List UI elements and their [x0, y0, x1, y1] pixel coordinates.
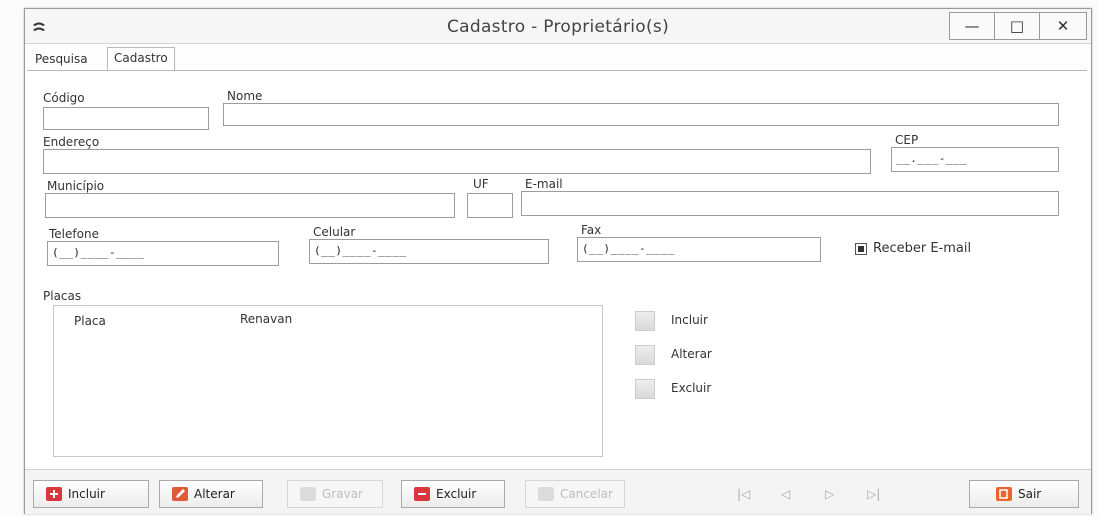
receber-email-label: Receber E-mail	[873, 241, 972, 256]
tab-pesquisa[interactable]: Pesquisa	[29, 49, 94, 69]
sair-label: Sair	[1018, 487, 1042, 501]
cancelar-button[interactable]: Cancelar	[525, 480, 625, 508]
minimize-button[interactable]: —	[950, 13, 995, 39]
nome-field[interactable]	[223, 103, 1059, 126]
cadastro-panel: Código Nome Endereço CEP __.___-___ Muni…	[27, 70, 1087, 465]
placa-column-header: Placa	[74, 314, 106, 328]
fax-mask: (__)____-____	[582, 242, 675, 255]
incluir-label: Incluir	[68, 487, 105, 501]
alterar-label: Alterar	[194, 487, 235, 501]
placa-excluir-label: Excluir	[671, 381, 712, 395]
endereco-label: Endereço	[43, 135, 100, 149]
minimize-icon: —	[964, 17, 980, 35]
delete-icon	[635, 379, 655, 399]
exit-icon	[996, 487, 1012, 501]
endereco-field[interactable]	[43, 149, 871, 174]
cep-mask: __.___-___	[896, 152, 968, 165]
excluir-button[interactable]: Excluir	[401, 480, 505, 508]
telefone-field[interactable]: (__)____-____	[47, 241, 279, 266]
gravar-button[interactable]: Gravar	[287, 480, 383, 508]
codigo-label: Código	[43, 91, 85, 105]
placa-alterar-label: Alterar	[671, 347, 712, 361]
nome-label: Nome	[227, 89, 263, 103]
edit-icon	[172, 487, 188, 501]
placa-alterar-button[interactable]: Alterar	[635, 343, 735, 367]
celular-label: Celular	[313, 225, 356, 239]
app-window: Cadastro - Proprietário(s) — □ ✕ Pesquis…	[24, 8, 1092, 514]
excluir-label: Excluir	[436, 487, 477, 501]
fax-field[interactable]: (__)____-____	[577, 237, 821, 262]
first-record-button[interactable]: |◁	[737, 487, 750, 501]
window-title: Cadastro - Proprietário(s)	[446, 17, 670, 37]
window-controls: — □ ✕	[949, 12, 1087, 40]
next-record-button[interactable]: ▷	[825, 487, 834, 501]
placa-incluir-label: Incluir	[671, 313, 708, 327]
cep-field[interactable]: __.___-___	[891, 147, 1059, 172]
placas-grid[interactable]: Placa Renavan	[53, 305, 603, 457]
email-label: E-mail	[525, 177, 563, 191]
gravar-label: Gravar	[322, 487, 363, 501]
placa-incluir-button[interactable]: Incluir	[635, 309, 735, 333]
previous-record-button[interactable]: ◁	[781, 487, 790, 501]
close-icon: ✕	[1056, 17, 1070, 35]
delete-icon	[414, 487, 430, 501]
cancelar-label: Cancelar	[560, 487, 613, 501]
celular-mask: (__)____-____	[314, 244, 407, 257]
close-button[interactable]: ✕	[1040, 13, 1086, 39]
uf-label: UF	[473, 177, 489, 191]
alterar-button[interactable]: Alterar	[159, 480, 263, 508]
maximize-icon: □	[1009, 17, 1025, 35]
tab-cadastro[interactable]: Cadastro	[107, 47, 175, 71]
edit-icon	[635, 345, 655, 365]
renavan-column-header: Renavan	[240, 312, 293, 326]
municipio-label: Município	[47, 179, 105, 193]
telefone-mask: (__)____-____	[52, 246, 145, 259]
telefone-label: Telefone	[49, 227, 99, 241]
celular-field[interactable]: (__)____-____	[309, 239, 549, 264]
uf-field[interactable]	[467, 193, 513, 218]
email-field[interactable]	[521, 191, 1059, 216]
municipio-field[interactable]	[45, 193, 455, 218]
placas-label: Placas	[43, 289, 82, 303]
sair-button[interactable]: Sair	[969, 480, 1079, 508]
maximize-button[interactable]: □	[995, 13, 1040, 39]
codigo-field[interactable]	[43, 107, 209, 130]
fax-label: Fax	[581, 223, 602, 237]
save-icon	[300, 487, 316, 501]
incluir-button[interactable]: Incluir	[33, 480, 149, 508]
placa-excluir-button[interactable]: Excluir	[635, 377, 735, 401]
cep-label: CEP	[895, 133, 919, 147]
last-record-button[interactable]: ▷|	[867, 487, 880, 501]
add-icon	[46, 487, 62, 501]
cancel-icon	[538, 487, 554, 501]
bottom-toolbar: Incluir Alterar Gravar Excluir Cancelar …	[25, 469, 1091, 514]
add-icon	[635, 311, 655, 331]
title-bar[interactable]: Cadastro - Proprietário(s) — □ ✕	[25, 9, 1091, 44]
receber-email-checkbox[interactable]	[855, 243, 867, 255]
